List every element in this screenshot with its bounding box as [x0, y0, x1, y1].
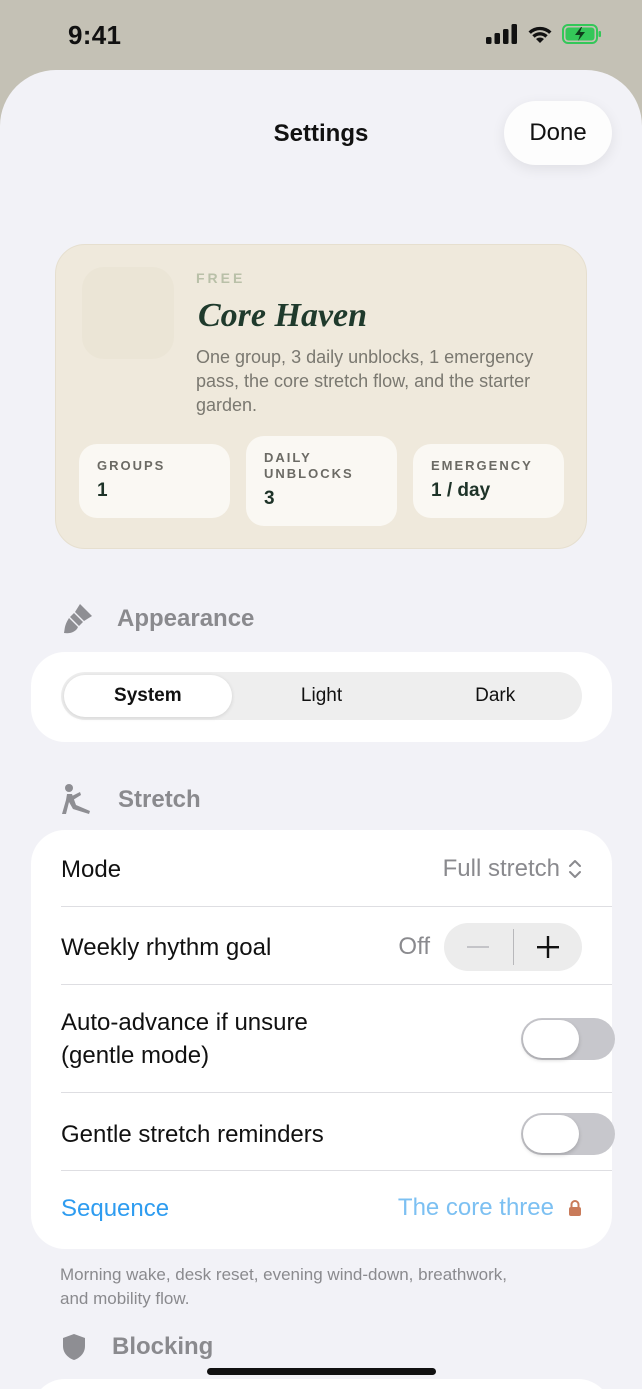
sequence-label: Sequence: [61, 1194, 170, 1222]
auto-advance-label: Auto-advance if unsure (gentle mode): [61, 1006, 308, 1072]
plan-thumbnail: [82, 267, 174, 359]
section-header-stretch: Stretch: [60, 783, 201, 817]
toggle-knob: [523, 1020, 579, 1058]
stat-label: EMERGENCY: [431, 458, 533, 473]
stretch-footnote: Morning wake, desk reset, evening wind-d…: [60, 1265, 507, 1308]
cellular-signal-icon: [486, 24, 517, 44]
battery-charging-icon: [562, 24, 601, 44]
decrement-button[interactable]: [444, 923, 513, 971]
segment-dark[interactable]: Dark: [411, 675, 579, 717]
section-label: Appearance: [117, 605, 255, 632]
plus-icon: [536, 936, 559, 958]
stat-label: GROUPS: [97, 458, 166, 473]
stretching-figure-icon: [62, 784, 90, 814]
chevron-up-down-icon: [569, 860, 581, 878]
appearance-card: System Light Dark: [31, 652, 612, 742]
section-header-appearance: Appearance: [60, 602, 254, 636]
stat-value: 1: [97, 480, 108, 501]
section-header-blocking: Blocking: [62, 1333, 213, 1361]
mode-row[interactable]: Mode Full stretch: [61, 850, 582, 888]
stat-label: DAILY UNBLOCKS: [264, 450, 354, 481]
segment-light[interactable]: Light: [238, 675, 406, 717]
paintbrush-icon: [64, 604, 92, 634]
stat-value: 3: [264, 488, 275, 509]
plan-name: Core Haven: [198, 297, 368, 334]
plan-tier-badge: FREE: [196, 270, 246, 286]
increment-button[interactable]: [514, 923, 583, 971]
divider: [61, 1170, 612, 1171]
plan-card: FREE Core Haven One group, 3 daily unblo…: [55, 244, 587, 549]
sequence-row[interactable]: Sequence The core three: [61, 1186, 582, 1230]
stat-groups: GROUPS 1: [79, 444, 230, 518]
status-time: 9:41: [68, 20, 122, 50]
section-label: Blocking: [112, 1333, 214, 1360]
divider: [61, 984, 612, 985]
reminders-row: Gentle stretch reminders: [61, 1112, 615, 1156]
reminders-label: Gentle stretch reminders: [61, 1120, 324, 1148]
divider: [61, 906, 612, 907]
section-label: Stretch: [118, 786, 201, 813]
divider: [61, 1092, 612, 1093]
settings-sheet: Settings Done FREE Core Haven One group,…: [0, 70, 642, 1389]
wifi-icon: [528, 26, 552, 43]
mode-label: Mode: [61, 855, 122, 883]
stretch-card: Mode Full stretch Weekly rhythm goal Off: [31, 830, 615, 1249]
home-indicator: [207, 1368, 436, 1375]
status-bar: 9:41: [0, 0, 642, 72]
lock-icon: [569, 1200, 581, 1216]
auto-advance-label-line2: (gentle mode): [61, 1042, 210, 1069]
plan-description: One group, 3 daily unblocks, 1 emergency…: [196, 347, 534, 415]
reminders-toggle[interactable]: [521, 1113, 615, 1155]
mode-picker[interactable]: Full stretch: [443, 855, 582, 883]
weekly-goal-row: Weekly rhythm goal Off: [61, 922, 582, 972]
blocking-card: [31, 1379, 612, 1389]
sequence-value-group: The core three: [398, 1194, 582, 1222]
stat-value: 1 / day: [431, 480, 491, 501]
stat-daily-unblocks: DAILY UNBLOCKS 3: [246, 436, 397, 526]
mode-value: Full stretch: [442, 855, 560, 882]
weekly-goal-label: Weekly rhythm goal: [61, 933, 272, 961]
sequence-value: The core three: [397, 1194, 554, 1221]
status-icons: [486, 24, 602, 44]
segment-system[interactable]: System: [64, 675, 232, 717]
auto-advance-label-line1: Auto-advance if unsure: [61, 1009, 308, 1036]
appearance-segmented-control: System Light Dark: [61, 672, 582, 720]
auto-advance-row: Auto-advance if unsure (gentle mode): [61, 1006, 615, 1072]
stat-emergency: EMERGENCY 1 / day: [413, 444, 564, 518]
weekly-goal-control: Off: [398, 923, 582, 971]
minus-icon: [467, 946, 490, 948]
toggle-knob: [523, 1115, 579, 1153]
weekly-goal-stepper: [444, 923, 582, 971]
auto-advance-toggle[interactable]: [521, 1018, 615, 1060]
weekly-goal-value: Off: [398, 933, 430, 960]
done-button[interactable]: Done: [504, 101, 612, 165]
shield-icon: [63, 1334, 85, 1360]
